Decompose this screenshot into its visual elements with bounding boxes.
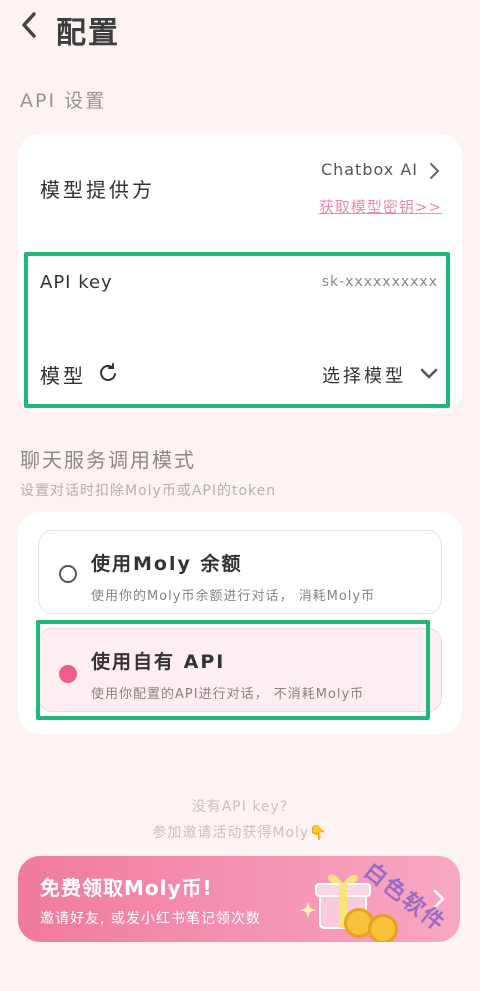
page-title: 配置 (56, 16, 120, 51)
banner-subtitle: 邀请好友, 或发小红书笔记领次数 (40, 911, 261, 927)
coin-icon (368, 914, 398, 942)
highlight-box-own-api (36, 620, 430, 720)
chevron-left-icon (22, 12, 36, 38)
option-moly-balance[interactable]: 使用Moly 余额 使用你的Moly币余额进行对话， 消耗Moly币 (38, 530, 442, 614)
provider-row[interactable]: 模型提供方 Chatbox AI 获取模型密钥>> (18, 134, 462, 234)
chat-mode-section-subtitle: 设置对话时扣除Moly币或API的token (20, 483, 277, 499)
provider-label: 模型提供方 (40, 178, 155, 202)
banner-title: 免费领取Moly币! (40, 876, 213, 900)
radio-moly-balance[interactable] (59, 565, 77, 583)
option-moly-balance-desc: 使用你的Moly币余额进行对话， 消耗Moly币 (91, 589, 376, 604)
chevron-right-icon (430, 163, 440, 179)
api-settings-section-title: API 设置 (20, 90, 107, 112)
chat-mode-section-title: 聊天服务调用模式 (20, 448, 196, 472)
sparkle-icon (300, 902, 316, 918)
option-moly-balance-title: 使用Moly 余额 (91, 553, 243, 575)
invite-activity-hint: 参加邀请活动获得Moly👇 (152, 825, 328, 841)
highlight-box-api-key-model (24, 252, 450, 408)
provider-value: Chatbox AI (320, 160, 418, 179)
get-model-key-link[interactable]: 获取模型密钥>> (319, 196, 442, 217)
back-button[interactable] (18, 10, 48, 46)
no-api-key-hint: 没有API key? (191, 799, 289, 815)
top-bar: 配置 (0, 0, 480, 56)
